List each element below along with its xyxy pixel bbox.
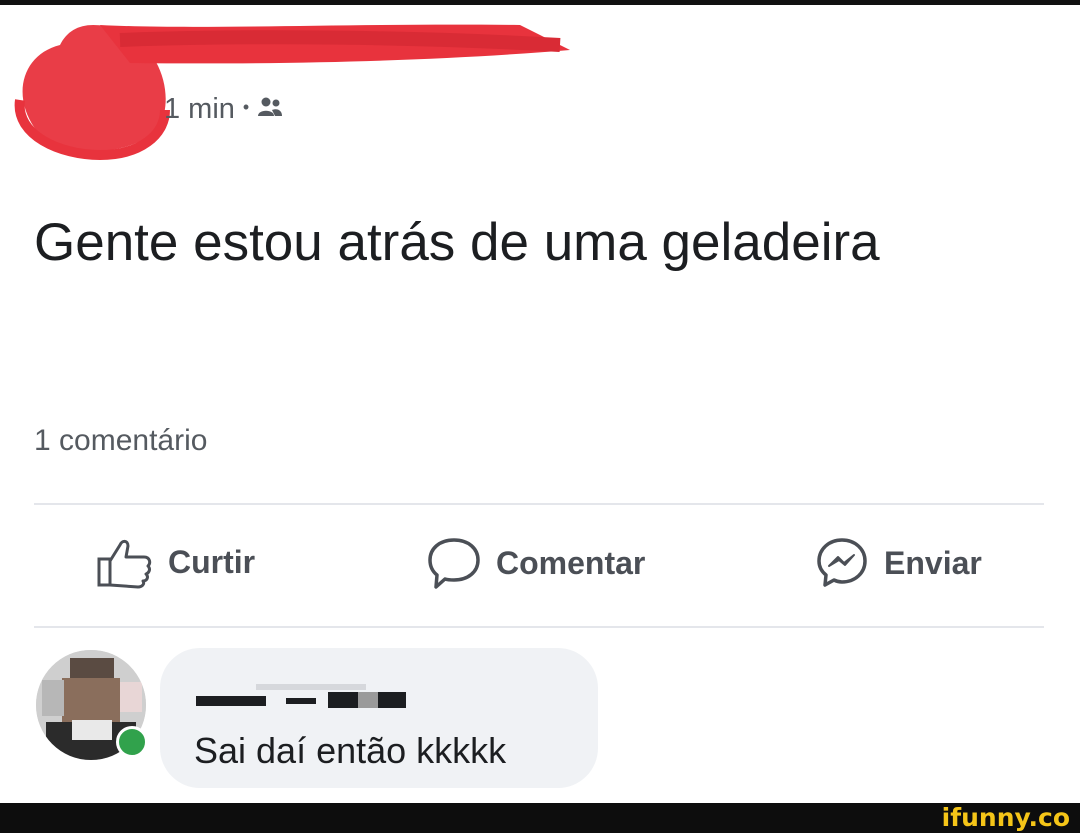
meta-separator: • [242,97,250,117]
like-button[interactable]: Curtir [96,535,255,589]
comment-count[interactable]: 1 comentário [34,424,207,458]
comment-bubble: Sai daí então kkkkk [160,648,598,788]
like-label: Curtir [168,543,256,580]
divider [34,626,1044,628]
post-header: 1 min • [0,5,1080,165]
comment-label: Comentar [496,544,646,581]
post-meta: 1 min • [164,93,283,126]
online-status-dot [116,726,148,758]
comment-text: Sai daí então kkkkk [194,730,507,771]
speech-bubble-icon [426,535,482,591]
send-label: Enviar [884,544,982,581]
messenger-icon [814,535,870,591]
send-button[interactable]: Enviar [814,535,982,591]
friends-icon[interactable] [257,93,283,126]
redacted-author-scribble [14,24,570,161]
redacted-commenter-name [196,684,406,708]
thumbs-up-icon [96,535,154,589]
comment-button[interactable]: Comentar [426,535,645,591]
footer-bar: ifunny.co [0,803,1080,833]
post-time[interactable]: 1 min [164,93,235,126]
watermark: ifunny.co [941,803,1070,832]
comment: Sai daí então kkkkk [0,640,1080,800]
post-actions: Curtir Comentar Enviar [0,505,1080,625]
post-text: Gente estou atrás de uma geladeira [34,213,880,272]
